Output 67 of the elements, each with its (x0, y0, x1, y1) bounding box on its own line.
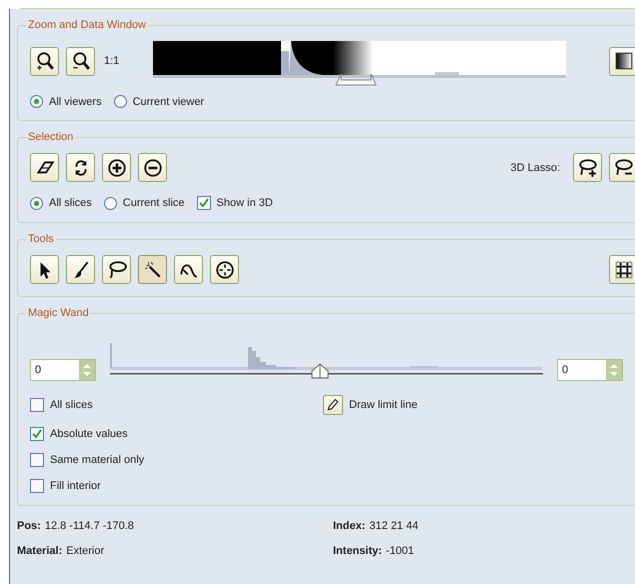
minus-circle-icon (142, 158, 162, 178)
lasso-button[interactable] (573, 153, 602, 182)
selection-button[interactable] (30, 153, 59, 182)
info-value: 12.8 -114.7 -170.8 (44, 520, 134, 532)
group-title: Selection (27, 131, 74, 143)
magnifier-icon (70, 51, 90, 71)
checkbox-label: Fill interior (50, 480, 101, 492)
lasso-label: 3D Lasso: (510, 162, 560, 174)
zoom-button[interactable] (30, 46, 59, 76)
number-field[interactable]: 0 (30, 359, 96, 381)
grid-icon (614, 260, 634, 280)
pencil-icon (326, 398, 340, 412)
radio-button[interactable] (114, 95, 127, 108)
magic-wand-icon (142, 260, 162, 280)
target-icon (214, 260, 234, 280)
pencil-button[interactable] (323, 395, 343, 415)
button-label: Draw limit line (349, 399, 418, 411)
checkbox[interactable] (30, 427, 44, 441)
tool-button[interactable] (102, 255, 131, 284)
radio-button[interactable] (104, 196, 117, 210)
selection-button[interactable] (102, 153, 131, 182)
checkbox[interactable] (30, 398, 44, 412)
checkbox-label: Absolute values (50, 428, 128, 440)
histogram-bar (435, 72, 460, 75)
info-value: -1001 (386, 545, 414, 557)
checkbox-label: All slices (50, 399, 93, 411)
group-title: Tools (27, 233, 55, 245)
zoom-ratio: 1:1 (104, 55, 120, 67)
radio-label: All slices (49, 197, 92, 209)
tool-button[interactable] (30, 255, 59, 284)
info-value: Exterior (66, 545, 104, 557)
gradient-icon (614, 51, 634, 71)
magnifier-icon (34, 51, 54, 71)
lasso-icon (578, 158, 598, 178)
radio-label: All viewers (49, 96, 102, 108)
zoom-button[interactable] (66, 46, 95, 76)
radio-label: Current viewer (132, 96, 204, 108)
tool-button[interactable] (66, 255, 95, 284)
info-value: 312 21 44 (369, 520, 418, 532)
tool-button[interactable] (138, 255, 167, 284)
radio-label: Current slice (122, 197, 185, 209)
slider-thumb[interactable] (311, 363, 329, 379)
lasso-button[interactable] (609, 153, 635, 182)
checkbox[interactable] (30, 453, 44, 467)
info-label: Intensity: (333, 545, 382, 557)
tool-button[interactable] (174, 255, 203, 284)
plus-circle-icon (106, 158, 126, 178)
selection-button[interactable] (138, 153, 167, 182)
group-title: Zoom and Data Window (27, 19, 147, 31)
info-label: Material: (17, 545, 62, 557)
grid-button[interactable] (609, 255, 635, 284)
tool-button[interactable] (210, 255, 239, 284)
slider-thumb[interactable] (334, 72, 378, 86)
number-field[interactable]: 0 (557, 359, 623, 381)
gradient-button[interactable] (609, 46, 635, 76)
checkbox-label: Same material only (50, 454, 144, 466)
lasso-icon (106, 260, 126, 280)
checkbox[interactable] (30, 479, 44, 493)
lasso-icon (614, 158, 634, 178)
info-label: Index: (333, 520, 366, 532)
checkbox[interactable] (196, 196, 211, 210)
radio-button[interactable] (30, 95, 43, 108)
info-label: Pos: (17, 520, 41, 532)
group-title: Magic Wand (27, 307, 90, 319)
checkbox-label: Show in 3D (216, 197, 273, 209)
selection-button[interactable] (66, 153, 95, 182)
radio-button[interactable] (30, 196, 43, 210)
